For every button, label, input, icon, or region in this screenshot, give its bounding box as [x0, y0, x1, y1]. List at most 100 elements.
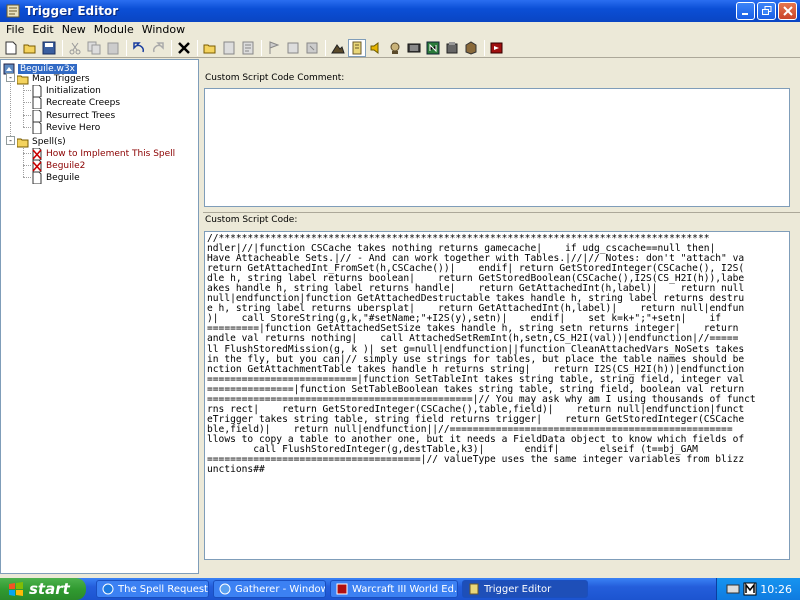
menu-file[interactable]: File	[2, 22, 28, 38]
trigger-label: Beguile	[46, 172, 80, 183]
category-label: Spell(s)	[32, 136, 66, 147]
trigger-editor-window: Trigger Editor File Edit New Module Wind…	[0, 0, 800, 578]
code-line: =====================================|//…	[207, 454, 745, 466]
trigger-doc-icon	[31, 109, 43, 122]
sound-editor-icon	[370, 41, 379, 54]
new-button[interactable]	[2, 39, 20, 57]
comment-textarea[interactable]	[204, 88, 790, 207]
trigger-label: Initialization	[46, 85, 101, 96]
restore-icon	[761, 6, 771, 15]
trigger-doc-icon	[31, 84, 43, 97]
new-category-icon	[203, 44, 216, 53]
copy-icon	[87, 41, 101, 54]
menu-edit[interactable]: Edit	[28, 22, 57, 38]
network-icon[interactable]	[726, 582, 740, 596]
clock[interactable]: 10:26	[760, 583, 792, 596]
trigger-label: Resurrect Trees	[46, 110, 116, 121]
save-icon	[42, 41, 56, 54]
minimize-button[interactable]	[736, 2, 755, 20]
maximize-button[interactable]	[757, 2, 776, 20]
trigger-editor-icon	[469, 583, 479, 595]
task-trigger-editor[interactable]: Trigger Editor	[462, 580, 588, 598]
trigger-label: Revive Hero	[46, 122, 101, 133]
new-action-button[interactable]	[303, 39, 321, 57]
trigger-editor-icon	[352, 41, 362, 54]
disabled-trigger-icon	[31, 147, 43, 160]
new-icon	[5, 41, 17, 54]
campaign-editor-icon	[407, 43, 421, 52]
menu-module[interactable]: Module	[90, 22, 138, 38]
tree-trigger-beguile[interactable]: Beguile	[31, 171, 80, 184]
code-textarea[interactable]: //**************************************…	[204, 231, 790, 560]
new-condition-icon	[287, 42, 299, 53]
ai-editor-icon	[426, 41, 440, 54]
open-icon	[23, 44, 36, 53]
import-manager-icon	[465, 40, 477, 55]
save-button[interactable]	[40, 39, 58, 57]
trigger-label: Beguile2	[46, 160, 86, 171]
menu-new[interactable]: New	[58, 22, 90, 38]
comment-label: Custom Script Code Comment:	[205, 73, 345, 83]
terrain-editor-button[interactable]	[329, 39, 347, 57]
disabled-trigger-icon	[31, 159, 43, 172]
task-gatherer[interactable]: Gatherer - Windows I...	[213, 580, 326, 598]
copy-button[interactable]	[85, 39, 103, 57]
trigger-doc-icon	[31, 121, 43, 134]
trigger-label: How to Implement This Spell	[46, 148, 176, 159]
code-line: andle val returns nothing| call Attached…	[207, 333, 739, 345]
windows-flag-icon	[9, 582, 23, 596]
task-spell-request[interactable]: The Spell Request Th...	[96, 580, 209, 598]
task-world-editor[interactable]: Warcraft III World Ed...	[330, 580, 458, 598]
new-event-icon	[269, 40, 280, 54]
new-comment-button[interactable]	[239, 39, 257, 57]
messenger-icon[interactable]	[743, 582, 757, 596]
start-label: start	[29, 580, 70, 598]
sound-editor-button[interactable]	[367, 39, 385, 57]
paste-icon	[107, 42, 119, 54]
warcraft-icon	[336, 583, 348, 595]
new-trigger-icon	[223, 41, 235, 54]
test-map-button[interactable]	[488, 39, 506, 57]
undo-icon	[133, 41, 144, 52]
browser-icon	[102, 583, 114, 595]
trigger-doc-icon	[31, 171, 43, 184]
expand-toggle-map[interactable]: -	[6, 73, 15, 82]
delete-x-icon	[178, 41, 190, 54]
start-button[interactable]: start	[0, 578, 86, 600]
trigger-editor-button[interactable]	[348, 38, 366, 57]
horizontal-splitter[interactable]	[203, 210, 800, 213]
menu-bar: File Edit New Module Window	[0, 22, 800, 38]
task-label: Gatherer - Windows I...	[235, 583, 325, 595]
ie-icon	[219, 583, 231, 595]
folder-open-icon	[17, 73, 29, 85]
code-line: unctions##	[207, 464, 265, 476]
expand-toggle-spell[interactable]: -	[6, 136, 15, 145]
trigger-tree[interactable]: Beguile.w3x - Map Triggers Initializatio…	[0, 59, 199, 574]
object-manager-button[interactable]	[443, 39, 461, 57]
task-label: The Spell Request Th...	[118, 583, 208, 595]
menu-window[interactable]: Window	[138, 22, 189, 38]
new-trigger-button[interactable]	[220, 39, 238, 57]
cut-button[interactable]	[66, 39, 84, 57]
task-label: Trigger Editor	[484, 583, 552, 595]
paste-button[interactable]	[104, 39, 122, 57]
campaign-editor-button[interactable]	[405, 39, 423, 57]
new-action-icon	[306, 42, 318, 53]
object-editor-button[interactable]	[386, 39, 404, 57]
undo-button[interactable]	[130, 39, 148, 57]
open-button[interactable]	[21, 39, 39, 57]
new-category-button[interactable]	[201, 39, 219, 57]
ai-editor-button[interactable]	[424, 39, 442, 57]
close-button[interactable]	[778, 2, 797, 20]
new-condition-button[interactable]	[284, 39, 302, 57]
app-icon	[6, 4, 20, 18]
title-bar[interactable]: Trigger Editor	[0, 0, 800, 22]
new-event-button[interactable]	[265, 39, 283, 57]
tree-trigger-revive-hero[interactable]: Revive Hero	[31, 121, 100, 134]
redo-button[interactable]	[149, 39, 167, 57]
import-manager-button[interactable]	[462, 39, 480, 57]
system-tray: 10:26	[716, 578, 800, 600]
category-label: Map Triggers	[32, 73, 90, 84]
delete-button[interactable]	[175, 39, 193, 57]
tree-trigger-recreate-creeps[interactable]: Recreate Creeps	[31, 96, 120, 109]
